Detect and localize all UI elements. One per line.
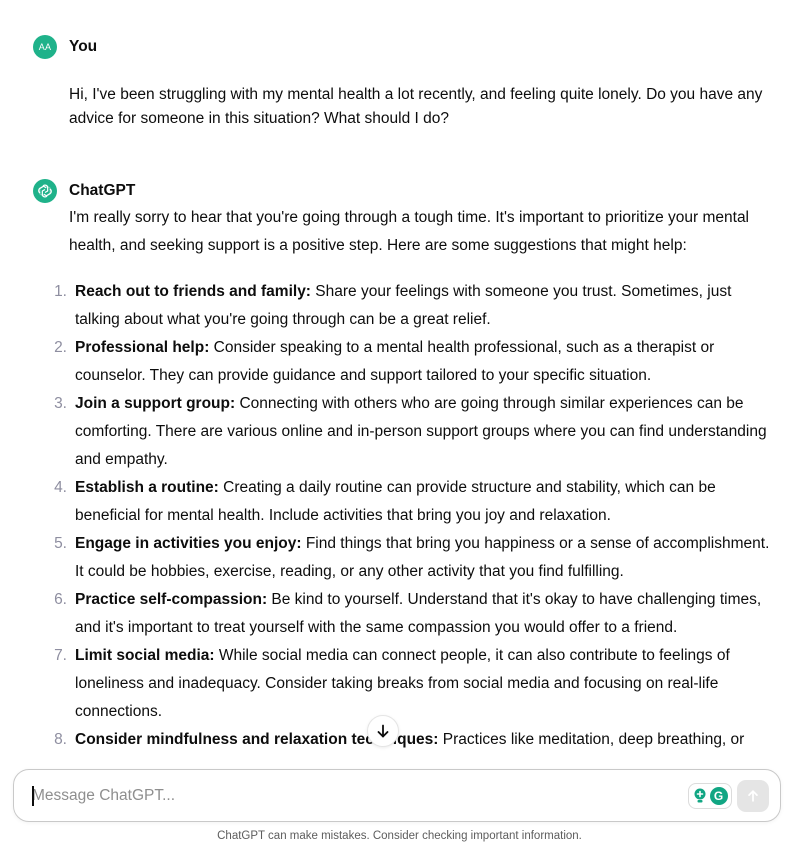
openai-logo-icon <box>33 179 57 203</box>
user-avatar-initials: AA <box>38 42 52 52</box>
list-item-title: Establish a routine: <box>75 479 219 496</box>
text-caret <box>32 786 34 806</box>
list-item: 6. Practice self-compassion: Be kind to y… <box>40 586 770 642</box>
list-item: 2. Professional help: Consider speaking t… <box>40 334 770 390</box>
list-number: 5. <box>54 535 67 552</box>
list-item: 7. Limit social media: While social media… <box>40 642 770 726</box>
list-item: 8. Consider mindfulness and relaxation te… <box>40 726 770 754</box>
list-item-title: Engage in activities you enjoy: <box>75 535 302 552</box>
arrow-down-icon <box>377 724 389 738</box>
list-number: 2. <box>54 339 67 356</box>
list-item: 3. Join a support group: Connecting with … <box>40 390 770 474</box>
conversation-thread: AA You Hi, I've been struggling with my … <box>0 0 799 766</box>
list-item-title: Join a support group: <box>75 395 236 412</box>
user-message-header: AA You <box>33 35 97 59</box>
list-item-title: Professional help: <box>75 339 210 356</box>
scroll-to-bottom-button[interactable] <box>367 715 399 747</box>
list-number: 1. <box>54 283 67 300</box>
list-number: 8. <box>54 731 67 748</box>
disclaimer-text: ChatGPT can make mistakes. Consider chec… <box>217 830 582 842</box>
list-number: 6. <box>54 591 67 608</box>
message-input[interactable] <box>32 780 672 811</box>
list-item: 4. Establish a routine: Creating a daily … <box>40 474 770 530</box>
assistant-intro-text: I'm really sorry to hear that you're goi… <box>69 209 750 254</box>
list-number: 4. <box>54 479 67 496</box>
message-composer: G <box>13 769 781 822</box>
list-item: 5. Engage in activities you enjoy: Find t… <box>40 530 770 586</box>
grammarly-bulb-icon <box>694 788 705 803</box>
grammarly-logo-icon: G <box>709 787 728 805</box>
advice-list: 1. Reach out to friends and family: Share… <box>40 278 770 754</box>
list-item: 1. Reach out to friends and family: Share… <box>40 278 770 334</box>
user-message-text: Hi, I've been struggling with my mental … <box>69 86 763 127</box>
arrow-up-icon <box>748 790 758 802</box>
list-number: 7. <box>54 647 67 664</box>
grammarly-widget[interactable]: G <box>688 783 732 809</box>
list-item-title: Limit social media: <box>75 647 215 664</box>
assistant-author-name: ChatGPT <box>69 182 136 199</box>
list-item-title: Reach out to friends and family: <box>75 283 311 300</box>
assistant-message-header: ChatGPT <box>33 179 135 203</box>
list-item-title: Practice self-compassion: <box>75 591 268 608</box>
send-button[interactable] <box>737 780 769 812</box>
list-item-text: Practices like meditation, deep breathin… <box>438 731 745 748</box>
list-number: 3. <box>54 395 67 412</box>
user-avatar: AA <box>33 35 57 59</box>
user-author-name: You <box>69 38 98 55</box>
